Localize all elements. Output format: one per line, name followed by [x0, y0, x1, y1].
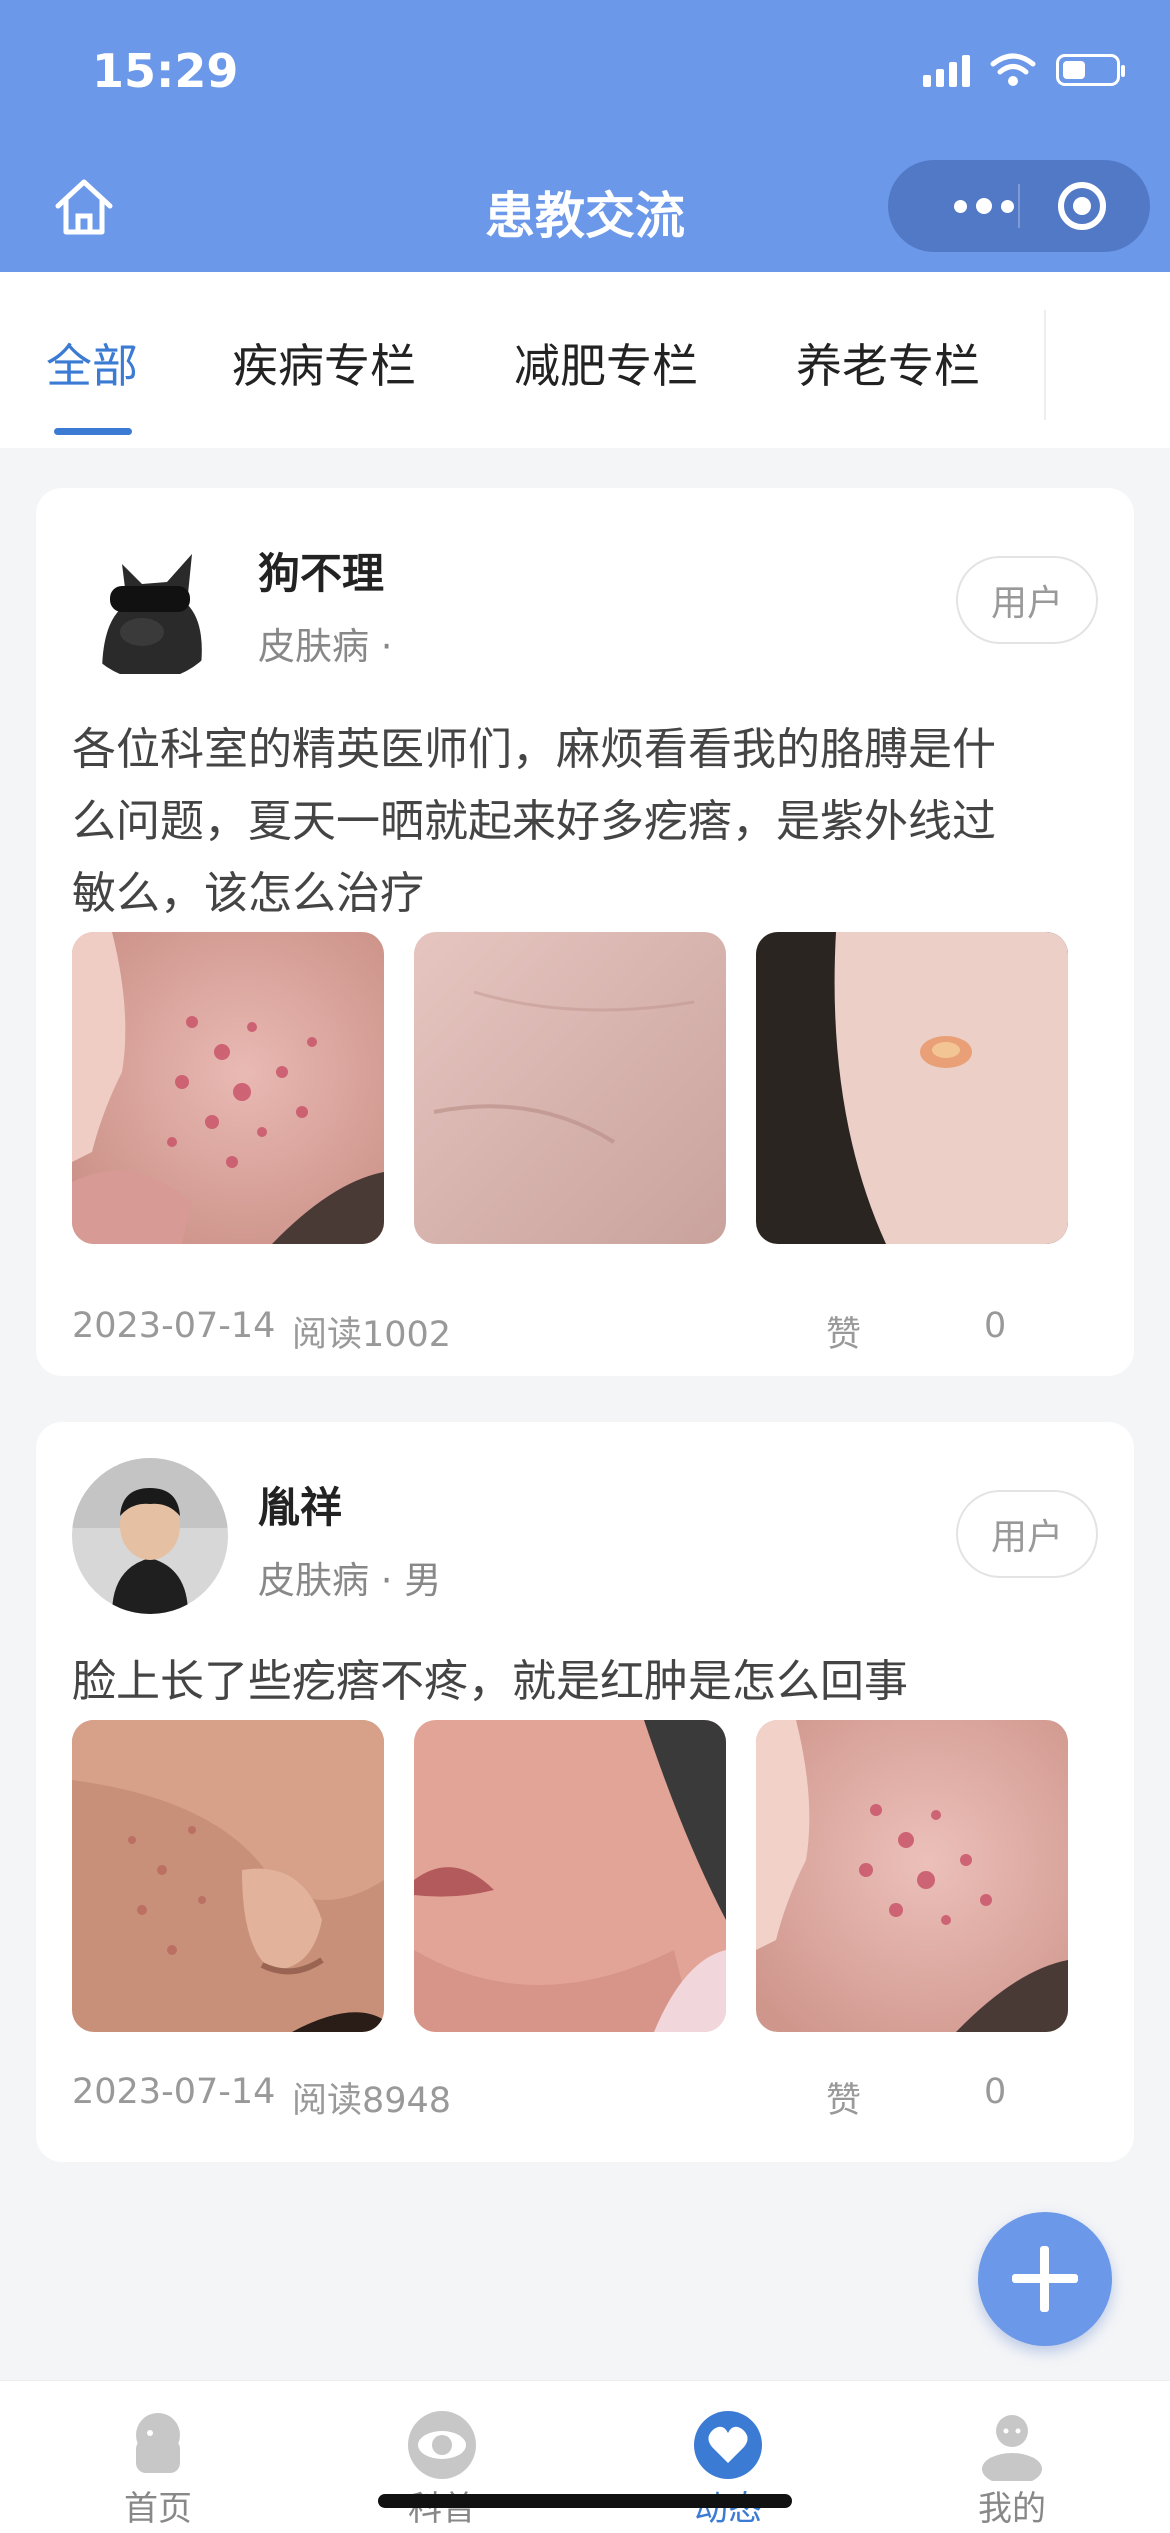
post-username[interactable]: 狗不理	[258, 540, 384, 601]
bottom-tab-profile[interactable]: 我的	[912, 2381, 1112, 2533]
status-time: 15:29	[92, 44, 239, 98]
post-date: 2023-07-14	[72, 1306, 276, 1346]
signal-icon	[923, 53, 970, 87]
post-photo-skin-closeup[interactable]	[414, 932, 726, 1244]
post-text-line: 敏么，该怎么治疗	[72, 868, 424, 919]
post-text[interactable]: 脸上长了些疙瘩不疼，就是红肿是怎么回事	[72, 1646, 1112, 1718]
bottom-tab-home[interactable]: 首页	[58, 2381, 258, 2533]
bottom-tab-feed[interactable]: 动态	[628, 2381, 828, 2533]
post-meta: 皮肤病 · 男	[258, 1559, 442, 1602]
like-count: 0	[984, 2072, 1007, 2112]
capsule-divider	[1018, 184, 1020, 228]
wifi-icon	[990, 53, 1036, 86]
close-miniapp-icon[interactable]	[1058, 182, 1106, 230]
top-bar: 15:29 患教交流	[0, 0, 1170, 272]
post-card[interactable]: 狗不理 皮肤病 · 用户 各位科室的精英医师们，麻烦看看我的胳膊是什 么问题，夏…	[36, 488, 1134, 1376]
post-photo-acne-cheek[interactable]	[72, 932, 384, 1244]
post-date: 2023-07-14	[72, 2072, 276, 2112]
status-icons	[923, 50, 1125, 90]
tab-all[interactable]: 全部	[46, 330, 138, 396]
post-text[interactable]: 各位科室的精英医师们，麻烦看看我的胳膊是什 么问题，夏天一晒就起来好多疙瘩，是紫…	[72, 714, 1112, 930]
user-role-badge[interactable]: 用户	[956, 556, 1098, 644]
like-button[interactable]: 赞	[826, 2072, 861, 2123]
tab-divider	[1044, 310, 1046, 420]
user-role-badge[interactable]: 用户	[956, 1490, 1098, 1578]
eye-icon	[408, 2411, 476, 2479]
like-button[interactable]: 赞	[826, 1306, 861, 1357]
post-meta: 皮肤病 ·	[258, 625, 393, 668]
tab-weight-loss[interactable]: 减肥专栏	[514, 330, 698, 396]
bottom-tab-label: 我的	[978, 2489, 1046, 2529]
post-text-line: 各位科室的精英医师们，麻烦看看我的胳膊是什	[72, 724, 996, 775]
home-indicator	[378, 2494, 792, 2508]
category-tabs: 全部 疾病专栏 减肥专栏 养老专栏	[0, 272, 1170, 448]
post-photo-acne-cheek[interactable]	[756, 1720, 1068, 2032]
active-tab-indicator	[54, 428, 132, 435]
tab-elderly-care[interactable]: 养老专栏	[796, 330, 980, 396]
bottom-tab-bar: 首页 科普 动态 我的	[0, 2380, 1170, 2533]
post-text-line: 脸上长了些疙瘩不疼，就是红肿是怎么回事	[72, 1656, 908, 1707]
avatar[interactable]	[72, 1458, 228, 1614]
home-icon	[136, 2413, 180, 2473]
heart-icon	[694, 2411, 762, 2479]
post-photo-arm-blister[interactable]	[756, 932, 1068, 1244]
post-reads: 阅读1002	[292, 1315, 452, 1355]
more-options-icon[interactable]	[924, 160, 1044, 252]
post-photo-chin-rash[interactable]	[414, 1720, 726, 2032]
post-reads: 阅读8948	[292, 2081, 452, 2121]
miniapp-capsule	[888, 160, 1150, 252]
post-text-line: 么问题，夏天一晒就起来好多疙瘩，是紫外线过	[72, 796, 996, 847]
post-username[interactable]: 胤祥	[258, 1474, 342, 1535]
post-photo-face-bumps[interactable]	[72, 1720, 384, 2032]
like-count: 0	[984, 1306, 1007, 1346]
battery-icon	[1056, 54, 1125, 86]
bottom-tab-label: 首页	[124, 2489, 192, 2529]
avatar[interactable]	[72, 524, 228, 680]
tab-disease[interactable]: 疾病专栏	[232, 330, 416, 396]
post-card[interactable]: 胤祥 皮肤病 · 男 用户 脸上长了些疙瘩不疼，就是红肿是怎么回事 2023-0…	[36, 1422, 1134, 2162]
bottom-tab-science[interactable]: 科普	[342, 2381, 542, 2533]
person-icon	[982, 2415, 1042, 2481]
add-post-button[interactable]	[978, 2212, 1112, 2346]
